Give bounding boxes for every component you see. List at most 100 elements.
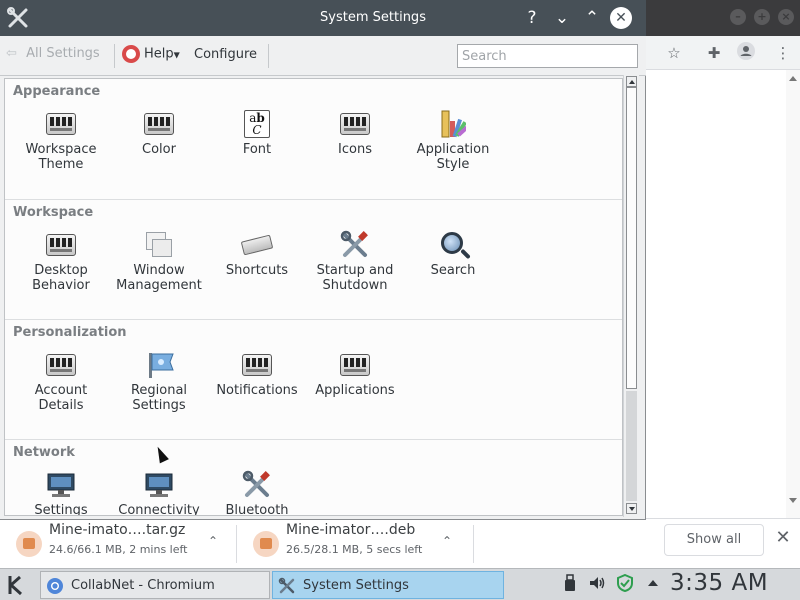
window-title: System Settings	[320, 10, 426, 25]
chromium-maximize-button[interactable]: +	[754, 9, 770, 25]
tray-expand-arrow-icon[interactable]	[643, 574, 663, 596]
download-filename: Mine-imator….deb	[286, 522, 416, 538]
network-settings-icon	[46, 470, 76, 500]
archive-file-icon	[16, 531, 42, 557]
volume-icon[interactable]	[587, 574, 607, 596]
module-label: Regional Settings	[130, 383, 188, 413]
scrollbar-track[interactable]	[626, 391, 637, 501]
close-icon[interactable]: ✕	[772, 527, 794, 549]
module-color[interactable]: Color	[110, 109, 208, 193]
download-item[interactable]: Mine-imato….tar.gz 24.6/66.1 MB, 2 mins …	[0, 519, 236, 569]
search-input[interactable]	[457, 44, 638, 68]
scrollbar-thumb[interactable]	[626, 87, 637, 389]
chevron-up-icon[interactable]: ⌃	[203, 531, 223, 551]
module-label: Connectivity	[118, 503, 200, 516]
task-label: CollabNet - Chromium	[71, 578, 215, 593]
scroll-down-arrow-icon[interactable]	[626, 503, 637, 514]
module-connectivity[interactable]: Connectivity	[110, 470, 208, 516]
category-title: Workspace	[13, 205, 94, 220]
desktop-behavior-icon	[46, 230, 76, 260]
module-label: Workspace Theme	[25, 142, 97, 172]
help-menu-button[interactable]: Help▼	[122, 45, 180, 67]
module-font[interactable]: ab C Font	[208, 109, 306, 193]
module-account-details[interactable]: Account Details	[12, 350, 110, 434]
module-label: Application Style	[416, 142, 490, 172]
scroll-down-arrow-icon[interactable]	[789, 498, 797, 503]
maximize-chevron-up-icon[interactable]: ⌃	[580, 6, 604, 30]
module-window-management[interactable]: Window Management	[110, 230, 208, 314]
application-launcher-icon[interactable]	[4, 573, 28, 597]
task-system-settings[interactable]: System Settings	[272, 571, 504, 599]
chevron-up-icon[interactable]: ⌃	[437, 531, 457, 551]
module-label: Color	[142, 142, 176, 157]
module-regional-settings[interactable]: Regional Settings	[110, 350, 208, 434]
module-bluetooth[interactable]: Bluetooth	[208, 470, 306, 515]
task-chromium[interactable]: CollabNet - Chromium	[40, 571, 270, 599]
system-settings-icon	[278, 577, 295, 594]
help-question-icon[interactable]: ?	[520, 6, 544, 30]
module-search[interactable]: Search	[404, 230, 502, 314]
system-settings-window: System Settings ? ⌄ ⌃ ✕ ⇦ All Settings H…	[0, 0, 646, 520]
configure-button[interactable]: Configure	[194, 47, 257, 62]
clock[interactable]: 3:35 AM	[670, 570, 768, 596]
chromium-menu-icon[interactable]: ⋮	[772, 42, 794, 64]
font-glyph-c: C	[252, 123, 262, 137]
category-personalization: Personalization Account Details Regional…	[5, 319, 622, 439]
module-icons[interactable]: Icons	[306, 109, 404, 193]
applications-icon	[340, 350, 370, 380]
application-style-icon	[438, 109, 468, 139]
removable-device-icon[interactable]	[560, 574, 580, 596]
module-desktop-behavior[interactable]: Desktop Behavior	[12, 230, 110, 314]
category-title: Personalization	[13, 325, 127, 340]
module-label: Notifications	[216, 383, 298, 398]
all-settings-button[interactable]: ⇦ All Settings	[6, 46, 100, 66]
lifebuoy-help-icon	[122, 45, 140, 63]
scroll-up-arrow-icon[interactable]	[789, 76, 797, 81]
back-arrow-icon: ⇦	[6, 46, 17, 61]
connectivity-icon	[144, 470, 174, 500]
module-label: Applications	[315, 383, 395, 398]
category-title: Appearance	[13, 84, 101, 99]
workspace-theme-icon	[46, 109, 76, 139]
scroll-up-arrow-icon[interactable]	[626, 76, 637, 87]
module-notifications[interactable]: Notifications	[208, 350, 306, 434]
close-icon[interactable]: ✕	[610, 7, 632, 29]
download-separator	[473, 525, 474, 563]
module-label: Settings	[34, 503, 88, 516]
category-network: Network Settings Connectivity Bluetooth	[5, 439, 622, 516]
bookmark-star-icon[interactable]: ☆	[663, 42, 685, 64]
window-management-icon	[144, 230, 174, 260]
module-label: Window Management	[116, 263, 202, 293]
module-applications[interactable]: Applications	[306, 350, 404, 434]
extensions-icon[interactable]: ✚	[703, 42, 725, 64]
module-label: Shortcuts	[225, 263, 289, 278]
regional-settings-icon	[144, 350, 174, 380]
account-details-icon	[46, 350, 76, 380]
module-startup-shutdown[interactable]: Startup and Shutdown	[306, 230, 404, 314]
chromium-scrollbar[interactable]	[786, 70, 800, 518]
search-icon	[438, 230, 468, 260]
update-shield-icon[interactable]	[615, 573, 635, 596]
module-network-settings[interactable]: Settings	[12, 470, 110, 516]
download-status: 24.6/66.1 MB, 2 mins left	[49, 543, 188, 556]
module-application-style[interactable]: Application Style	[404, 109, 502, 193]
profile-avatar-icon[interactable]	[735, 42, 757, 64]
module-label: Font	[242, 142, 272, 157]
minimize-chevron-down-icon[interactable]: ⌄	[550, 6, 574, 30]
system-settings-titlebar[interactable]: System Settings ? ⌄ ⌃ ✕	[0, 0, 646, 36]
dropdown-caret-icon: ▼	[173, 50, 180, 60]
module-label: Desktop Behavior	[32, 263, 90, 293]
taskbar: CollabNet - Chromium System Settings 3:3…	[0, 568, 800, 600]
download-item[interactable]: Mine-imator….deb 26.5/28.1 MB, 5 secs le…	[237, 519, 473, 569]
all-settings-label: All Settings	[26, 46, 100, 61]
settings-scrollbar[interactable]	[623, 75, 639, 517]
module-workspace-theme[interactable]: Workspace Theme	[12, 109, 110, 193]
module-label: Icons	[338, 142, 372, 157]
module-shortcuts[interactable]: Shortcuts	[208, 230, 306, 314]
chromium-close-button[interactable]: ×	[778, 9, 794, 25]
color-icon	[144, 109, 174, 139]
category-workspace: Workspace Desktop Behavior Window Manage…	[5, 199, 622, 319]
font-icon: ab C	[242, 109, 272, 139]
notifications-icon	[242, 350, 272, 380]
show-all-button[interactable]: Show all	[664, 524, 764, 556]
